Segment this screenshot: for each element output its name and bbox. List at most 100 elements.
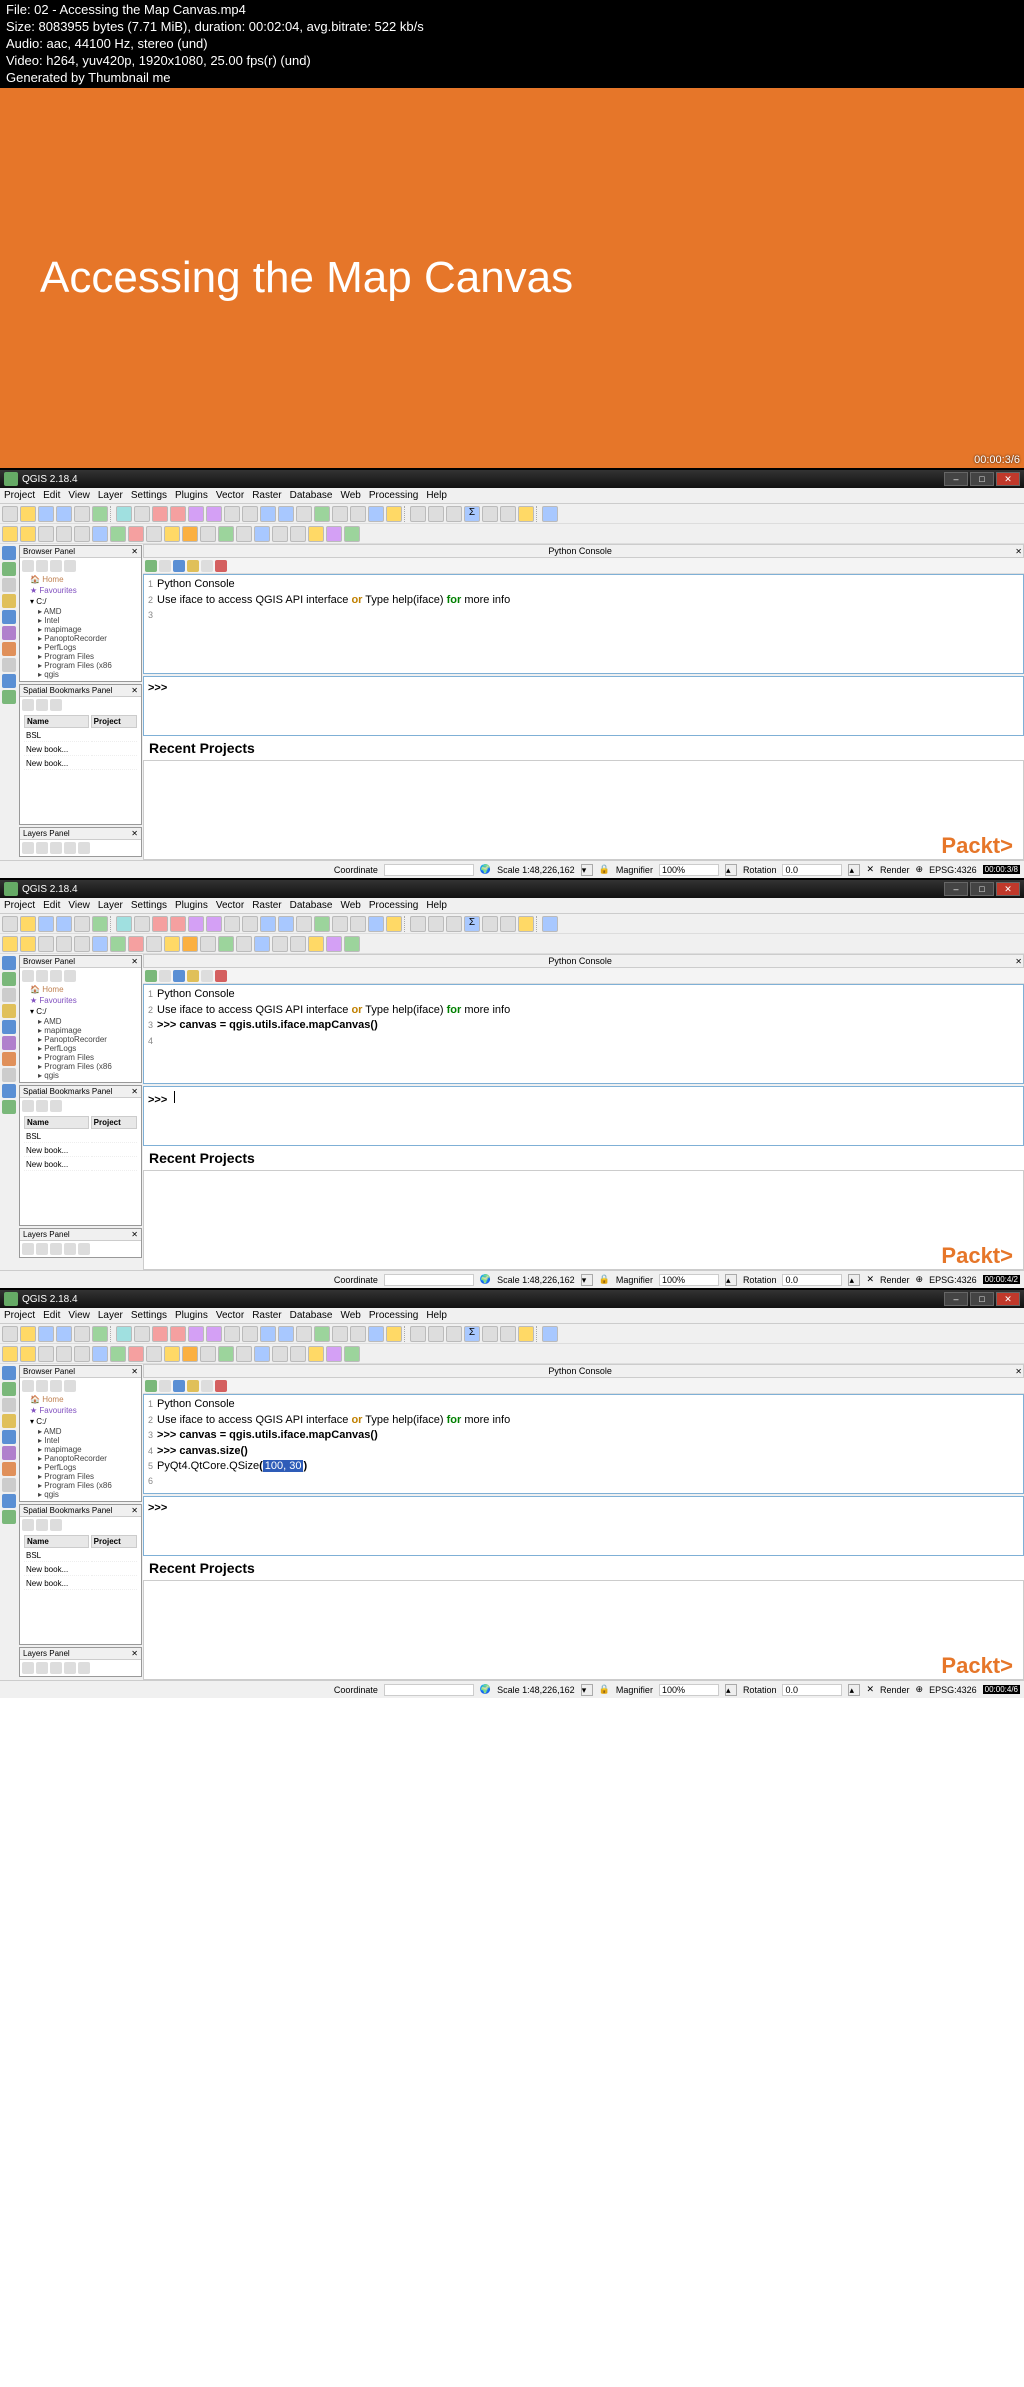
toolbar-icon[interactable] [2, 916, 18, 932]
toolbar-icon[interactable] [218, 936, 234, 952]
panel-close-icon[interactable]: ✕ [1015, 547, 1022, 556]
toolbar-icon[interactable] [116, 1326, 132, 1342]
tree-item[interactable]: ▸ Program Files [22, 1053, 139, 1062]
panel-icon[interactable] [50, 1380, 62, 1392]
panel-icon[interactable] [36, 842, 48, 854]
menu-database[interactable]: Database [290, 900, 333, 911]
toolbar-icon[interactable] [92, 506, 108, 522]
layer-icon[interactable] [2, 1052, 16, 1066]
layer-icon[interactable] [2, 988, 16, 1002]
toolbar-icon[interactable] [170, 506, 186, 522]
console-icon[interactable] [215, 970, 227, 982]
console-icon[interactable] [201, 560, 213, 572]
layer-icon[interactable] [2, 956, 16, 970]
menu-edit[interactable]: Edit [43, 490, 60, 501]
toolbar-icon[interactable] [134, 916, 150, 932]
panel-icon[interactable] [36, 1380, 48, 1392]
toolbar-icon[interactable] [518, 1326, 534, 1342]
toolbar-icon[interactable] [164, 936, 180, 952]
panel-icon[interactable] [64, 560, 76, 572]
toolbar-icon[interactable] [146, 526, 162, 542]
menu-processing[interactable]: Processing [369, 490, 418, 501]
menu-edit[interactable]: Edit [43, 900, 60, 911]
tree-item[interactable]: ▸ mapimage [22, 625, 139, 634]
toolbar-icon[interactable] [446, 916, 462, 932]
menu-processing[interactable]: Processing [369, 1310, 418, 1321]
sb-spin[interactable]: ▴ [725, 1274, 737, 1286]
sigma-icon[interactable]: Σ [464, 506, 480, 522]
toolbar-icon[interactable] [134, 506, 150, 522]
layer-icon[interactable] [2, 1462, 16, 1476]
toolbar-icon[interactable] [326, 1346, 342, 1362]
layer-icon[interactable] [2, 1036, 16, 1050]
toolbar-icon[interactable] [218, 526, 234, 542]
toolbar-icon[interactable] [518, 916, 534, 932]
sb-epsg-icon[interactable]: ⊕ [916, 864, 924, 875]
sb-scale-label[interactable]: Scale 1:48,226,162 [497, 865, 575, 875]
toolbar-icon[interactable] [164, 1346, 180, 1362]
tree-drive[interactable]: ▾ C:/ [22, 1416, 139, 1427]
panel-icon[interactable] [22, 842, 34, 854]
toolbar-icon[interactable] [332, 506, 348, 522]
toolbar-icon[interactable] [290, 936, 306, 952]
toolbar-icon[interactable] [254, 936, 270, 952]
panel-icon[interactable] [64, 1662, 76, 1674]
tree-drive[interactable]: ▾ C:/ [22, 1006, 139, 1017]
layer-icon[interactable] [2, 674, 16, 688]
console-icon[interactable] [159, 1380, 171, 1392]
panel-icon[interactable] [50, 842, 62, 854]
panel-icon[interactable] [36, 970, 48, 982]
toolbar-icon[interactable] [2, 1346, 18, 1362]
tree-favourites[interactable]: ★ Favourites [22, 585, 139, 596]
toolbar-icon[interactable] [296, 1326, 312, 1342]
console-icon[interactable] [201, 1380, 213, 1392]
toolbar-icon[interactable] [20, 526, 36, 542]
sb-spin[interactable]: ▴ [725, 1684, 737, 1696]
menu-view[interactable]: View [68, 900, 90, 911]
sb-rotation-input[interactable] [782, 1684, 842, 1696]
menu-layer[interactable]: Layer [98, 490, 123, 501]
toolbar-icon[interactable] [278, 916, 294, 932]
toolbar-icon[interactable] [200, 936, 216, 952]
tree-item[interactable]: ▸ AMD [22, 607, 139, 616]
console-icon[interactable] [173, 1380, 185, 1392]
toolbar-icon[interactable] [56, 1326, 72, 1342]
console-icon[interactable] [187, 970, 199, 982]
layer-icon[interactable] [2, 578, 16, 592]
toolbar-icon[interactable] [224, 506, 240, 522]
tree-item[interactable]: ▸ qgis [22, 1490, 139, 1499]
panel-icon[interactable] [78, 842, 90, 854]
menu-processing[interactable]: Processing [369, 900, 418, 911]
bm-row[interactable]: New book... [24, 744, 89, 756]
toolbar-icon[interactable] [188, 506, 204, 522]
panel-icon[interactable] [22, 1380, 34, 1392]
layer-icon[interactable] [2, 1004, 16, 1018]
toolbar-icon[interactable] [74, 1326, 90, 1342]
python-console-output[interactable]: 1Python Console 2Use iface to access QGI… [143, 574, 1024, 674]
menu-vector[interactable]: Vector [216, 490, 244, 501]
toolbar-icon[interactable] [542, 916, 558, 932]
toolbar-icon[interactable] [152, 916, 168, 932]
menu-vector[interactable]: Vector [216, 900, 244, 911]
sb-magnifier-input[interactable] [659, 864, 719, 876]
toolbar-icon[interactable] [152, 1326, 168, 1342]
toolbar-icon[interactable] [92, 936, 108, 952]
sigma-icon[interactable]: Σ [464, 916, 480, 932]
toolbar-icon[interactable] [242, 506, 258, 522]
menu-settings[interactable]: Settings [131, 490, 167, 501]
toolbar-icon[interactable] [74, 916, 90, 932]
panel-icon[interactable] [50, 560, 62, 572]
toolbar-icon[interactable] [518, 506, 534, 522]
toolbar-icon[interactable] [290, 1346, 306, 1362]
tree-home[interactable]: 🏠 Home [22, 1394, 139, 1405]
tree-item[interactable]: ▸ Program Files (x86 [22, 661, 139, 670]
toolbar-icon[interactable] [296, 506, 312, 522]
panel-close-icon[interactable]: ✕ [131, 547, 138, 556]
toolbar-icon[interactable] [368, 506, 384, 522]
tree-home[interactable]: 🏠 Home [22, 984, 139, 995]
toolbar-icon[interactable] [224, 916, 240, 932]
menu-project[interactable]: Project [4, 900, 35, 911]
sb-spin[interactable]: ▴ [725, 864, 737, 876]
toolbar-icon[interactable] [128, 1346, 144, 1362]
python-console-input[interactable]: >>> [143, 676, 1024, 736]
